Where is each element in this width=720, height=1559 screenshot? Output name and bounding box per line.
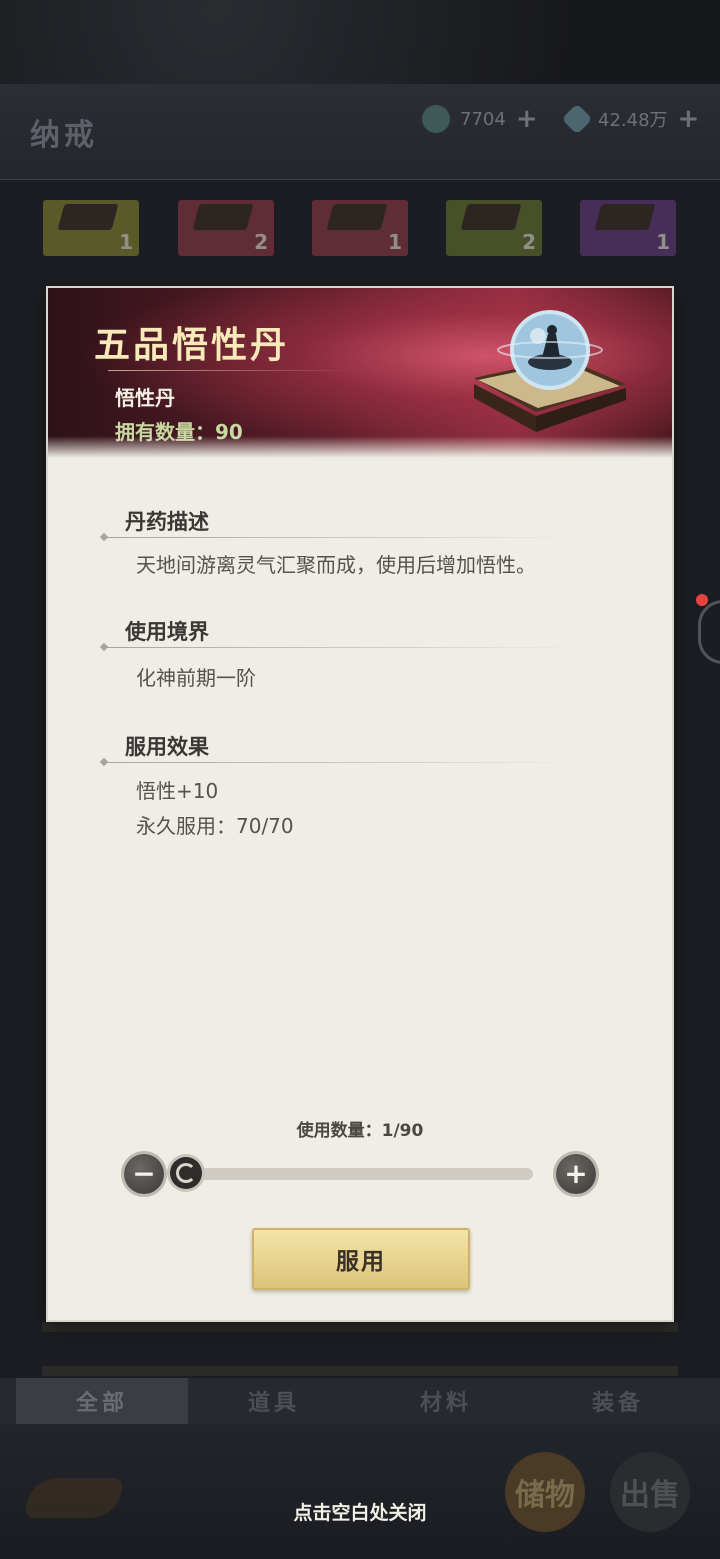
jade-coin-icon xyxy=(422,105,450,133)
spirit-stone-amount: 42.48万 xyxy=(598,110,668,131)
add-spirit-stone-button[interactable]: + xyxy=(678,104,700,134)
header: 纳戒 7704 + 42.48万 + xyxy=(0,84,720,180)
increase-quantity-button[interactable]: + xyxy=(556,1154,596,1194)
tab-materials[interactable]: 材料 xyxy=(360,1378,532,1424)
book-icon xyxy=(594,204,656,230)
item-slot[interactable]: 1 xyxy=(312,200,408,256)
close-hint[interactable]: 点击空白处关闭 xyxy=(0,1498,720,1525)
book-icon xyxy=(326,204,388,230)
description-text: 天地间游离灵气汇聚而成，使用后增加悟性。 xyxy=(136,553,536,577)
book-icon xyxy=(57,204,119,230)
item-name: 五品悟性丹 xyxy=(94,325,290,366)
top-decor xyxy=(0,0,720,84)
decrease-quantity-button[interactable]: − xyxy=(124,1154,164,1194)
currency-spirit-stone: 42.48万 + xyxy=(561,103,700,135)
realm-text: 化神前期一阶 xyxy=(136,666,256,690)
item-detail-card: 五品悟性丹 悟性丹 拥有数量：90 丹药描述 天地间游离灵气汇聚而成，使用后增加… xyxy=(48,288,672,1320)
section-divider xyxy=(104,537,582,538)
spirit-stone-icon xyxy=(561,103,593,135)
slot-count: 2 xyxy=(254,230,268,254)
tab-all[interactable]: 全部 xyxy=(16,1378,188,1424)
slot-count: 1 xyxy=(656,230,670,254)
slot-count: 2 xyxy=(522,230,536,254)
side-drawer-handle[interactable] xyxy=(698,600,720,664)
section-divider xyxy=(104,762,582,763)
effect-text-2: 永久服用：70/70 xyxy=(136,814,294,838)
section-title-description: 丹药描述 xyxy=(125,510,209,534)
slot-count: 1 xyxy=(119,230,133,254)
background-slot-row xyxy=(42,1366,678,1376)
book-icon xyxy=(460,204,522,230)
book-icon xyxy=(192,204,254,230)
page-title: 纳戒 xyxy=(30,118,98,153)
notification-dot xyxy=(696,594,708,606)
item-type: 悟性丹 xyxy=(115,386,175,410)
item-slot[interactable]: 1 xyxy=(43,200,139,256)
item-slot[interactable]: 2 xyxy=(446,200,542,256)
quantity-slider[interactable] xyxy=(185,1168,533,1180)
plus-icon: + xyxy=(564,1157,588,1190)
background-slot-row xyxy=(42,1322,678,1332)
quantity-label: 使用数量：1/90 xyxy=(296,1121,424,1141)
minus-icon: − xyxy=(132,1157,156,1190)
tab-props[interactable]: 道具 xyxy=(188,1378,360,1424)
section-divider xyxy=(104,647,582,648)
item-slot-row: 1 2 1 2 1 xyxy=(0,200,720,258)
title-divider xyxy=(108,370,358,371)
item-owned-count: 拥有数量：90 xyxy=(115,420,243,444)
item-slot[interactable]: 1 xyxy=(580,200,676,256)
card-header: 五品悟性丹 悟性丹 拥有数量：90 xyxy=(48,288,672,458)
add-jade-button[interactable]: + xyxy=(516,104,538,134)
pill-orb-on-book-icon xyxy=(474,310,626,432)
category-tabs: 全部 道具 材料 装备 xyxy=(0,1378,720,1424)
slider-handle[interactable] xyxy=(170,1157,202,1189)
section-title-effect: 服用效果 xyxy=(125,735,209,759)
effect-text-1: 悟性+10 xyxy=(136,779,219,803)
use-item-button[interactable]: 服用 xyxy=(252,1228,470,1290)
item-slot[interactable]: 2 xyxy=(178,200,274,256)
tab-equipment[interactable]: 装备 xyxy=(532,1378,704,1424)
section-title-realm: 使用境界 xyxy=(125,620,209,644)
slot-count: 1 xyxy=(388,230,402,254)
currency-jade: 7704 + xyxy=(422,104,538,134)
jade-amount: 7704 xyxy=(460,108,506,130)
